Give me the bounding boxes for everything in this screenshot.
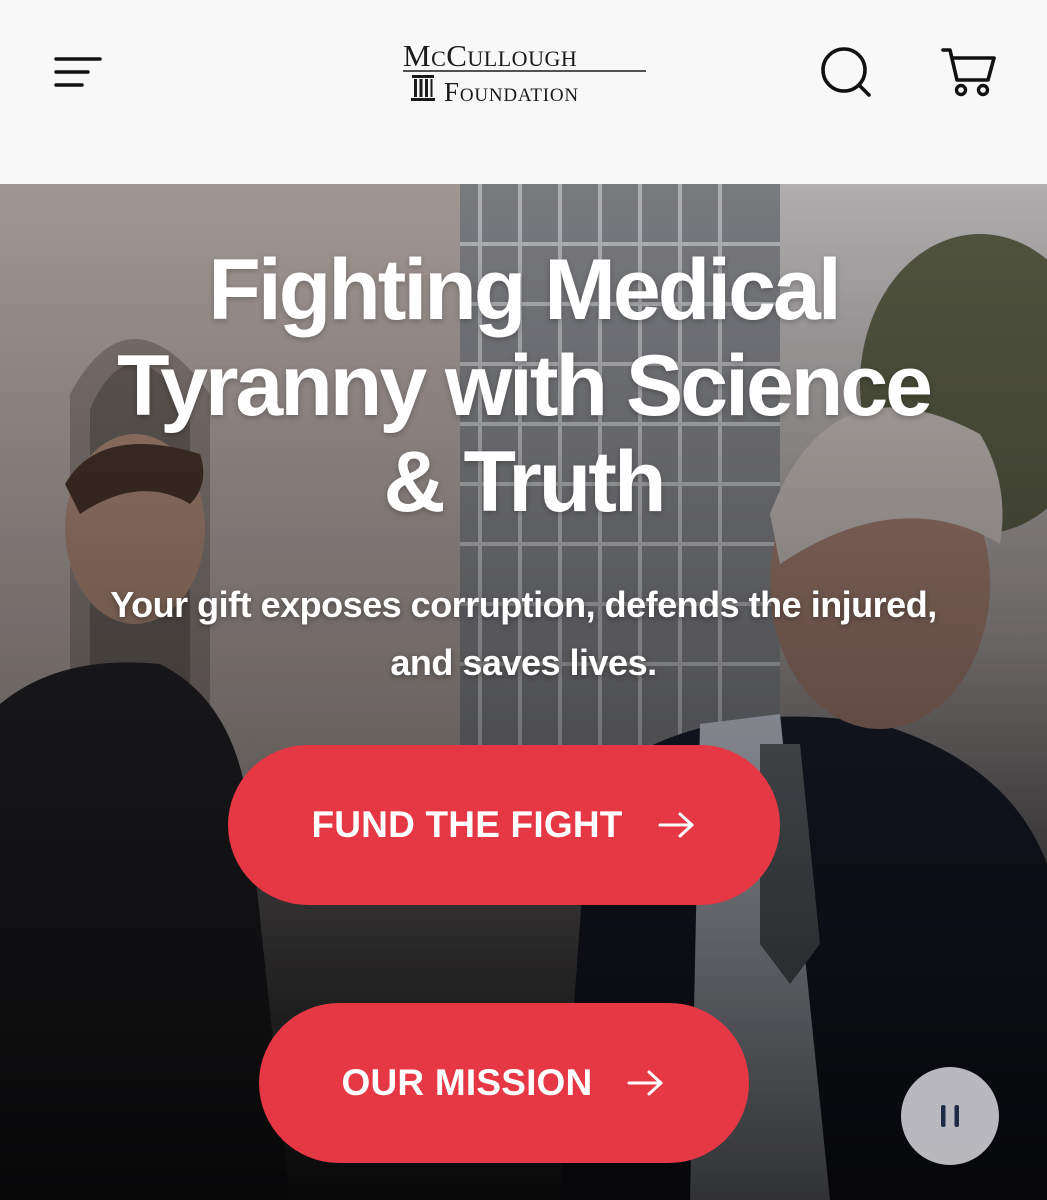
hero-title-line2: Tyranny with Science [116, 338, 933, 434]
hero-section: Fighting Medical Tyranny with Science & … [0, 184, 1047, 1200]
our-mission-label: OUR MISSION [341, 1062, 593, 1103]
cart-button[interactable] [940, 44, 998, 100]
fund-the-fight-button[interactable]: FUND THE FIGHT [228, 745, 780, 905]
hero-subtitle-line1: Your gift exposes corruption, defends th… [110, 584, 937, 625]
hero-title-line3: & Truth [383, 434, 667, 530]
arrow-right-icon [658, 812, 694, 838]
arrow-right-icon [627, 1070, 663, 1096]
hero-title: Fighting Medical Tyranny with Science & … [40, 242, 1007, 530]
logo-line1: McCullough [403, 38, 577, 73]
site-header: McCullough Foundation [0, 0, 1047, 184]
fund-the-fight-label: FUND THE FIGHT [311, 804, 623, 845]
search-icon [821, 47, 871, 97]
search-button[interactable] [818, 44, 874, 100]
menu-button[interactable] [52, 52, 104, 92]
hero-title-line1: Fighting Medical [208, 242, 841, 338]
pause-icon [941, 1105, 959, 1127]
our-mission-button[interactable]: OUR MISSION [259, 1003, 749, 1163]
pause-video-button[interactable] [901, 1067, 999, 1165]
cart-icon [941, 48, 996, 97]
column-icon [411, 75, 435, 101]
logo-line2: Foundation [444, 77, 579, 107]
menu-icon [54, 57, 102, 87]
hero-subtitle-line2: and saves lives. [390, 642, 657, 683]
site-logo[interactable]: McCullough Foundation [400, 38, 650, 108]
hero-subtitle: Your gift exposes corruption, defends th… [60, 576, 987, 692]
